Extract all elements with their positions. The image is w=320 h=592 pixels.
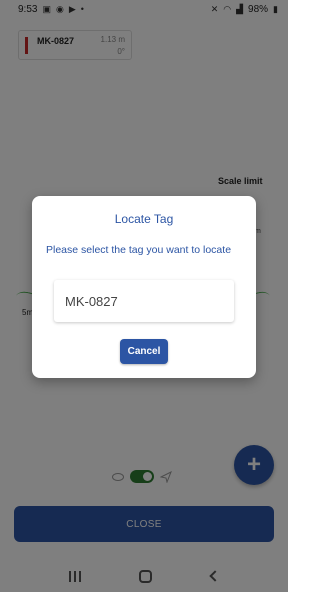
cancel-button[interactable]: Cancel: [120, 339, 168, 364]
dialog-title: Locate Tag: [114, 212, 174, 226]
locate-tag-dialog: Locate Tag Please select the tag you wan…: [32, 196, 256, 378]
tag-option[interactable]: MK-0827: [54, 280, 234, 322]
dialog-message: Please select the tag you want to locate: [46, 244, 232, 256]
